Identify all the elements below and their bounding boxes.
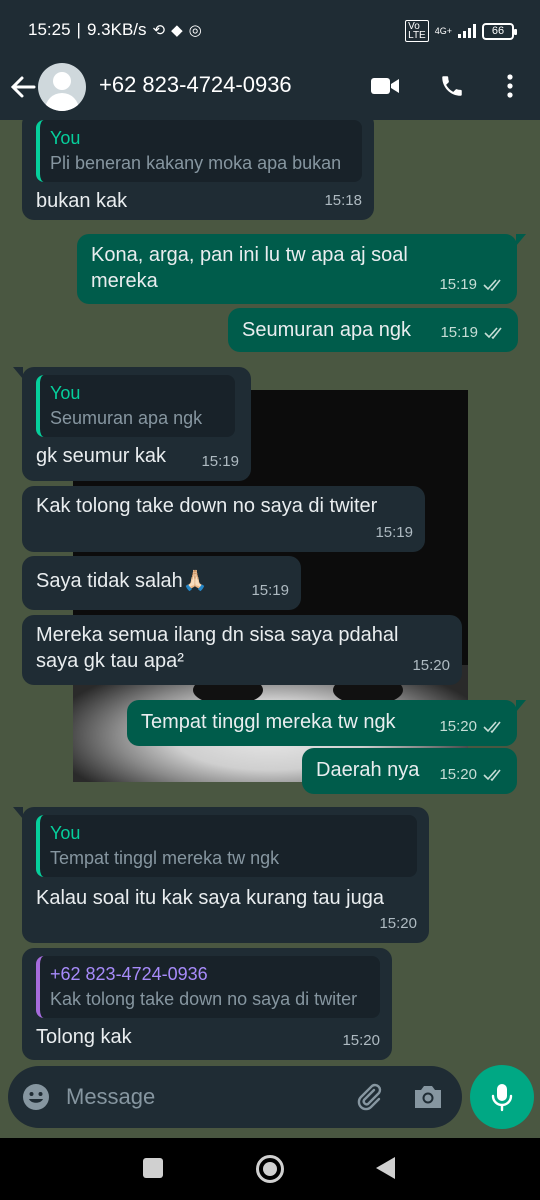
avatar[interactable] xyxy=(38,63,86,111)
quoted-message[interactable]: You Tempat tinggl mereka tw ngk xyxy=(36,815,417,877)
incoming-message[interactable]: +62 823-4724-0936 Kak tolong take down n… xyxy=(22,948,392,1060)
outgoing-message[interactable]: Tempat tinggl mereka tw ngk 15:20 xyxy=(127,700,526,746)
attach-icon[interactable] xyxy=(354,1082,384,1112)
status-bar: 15:25 | 9.3KB/s ⟲ ◆ ◎ Vo LTE 4G+ 66 xyxy=(0,0,540,56)
quote-author: You xyxy=(50,823,81,843)
message-text: Kona, arga, pan ini lu tw apa aj soal me… xyxy=(91,244,408,292)
quote-text: Pli beneran kakany moka apa bukan xyxy=(50,153,342,173)
message-time: 15:19 xyxy=(440,320,506,346)
message-time: 15:19 xyxy=(375,524,413,541)
message-text: Mereka semua ilang dn sisa saya pdahal s… xyxy=(36,624,399,672)
quote-text: Kak tolong take down no saya di twiter xyxy=(50,989,358,1009)
quote-author: +62 823-4724-0936 xyxy=(50,964,208,984)
emoji-icon[interactable] xyxy=(22,1083,50,1111)
message-time: 15:18 xyxy=(324,192,362,209)
quote-text: Tempat tinggl mereka tw ngk xyxy=(50,848,280,868)
incoming-message[interactable]: Saya tidak salah🙏🏻 15:19 xyxy=(22,556,301,610)
quote-author: You xyxy=(50,128,81,148)
battery-icon: 66 xyxy=(482,22,517,40)
message-time: 15:19 xyxy=(439,272,505,298)
incoming-message[interactable]: Mereka semua ilang dn sisa saya pdahal s… xyxy=(22,615,462,685)
home-button[interactable] xyxy=(256,1155,284,1183)
composer-bar: Message xyxy=(0,1062,540,1138)
quoted-message[interactable]: +62 823-4724-0936 Kak tolong take down n… xyxy=(36,956,380,1018)
message-time: 15:20 xyxy=(342,1032,380,1049)
incoming-message[interactable]: You Seumuran apa ngk gk seumur kak 15:19 xyxy=(13,367,251,481)
message-text: Tolong kak xyxy=(36,1026,132,1048)
message-time: 15:19 xyxy=(201,453,239,470)
quoted-message[interactable]: You Seumuran apa ngk xyxy=(36,375,235,437)
message-time: 15:20 xyxy=(412,657,450,674)
message-text: bukan kak xyxy=(36,190,128,212)
quote-text: Seumuran apa ngk xyxy=(50,408,203,428)
message-placeholder: Message xyxy=(66,1084,156,1109)
more-options-icon[interactable] xyxy=(494,70,526,102)
voice-call-icon[interactable] xyxy=(436,70,468,102)
message-time: 15:20 xyxy=(439,762,505,788)
message-time: 15:20 xyxy=(379,915,417,932)
volte-icon: Vo LTE xyxy=(405,20,429,42)
outgoing-message[interactable]: Seumuran apa ngk 15:19 xyxy=(228,308,518,352)
incoming-message[interactable]: Kak tolong take down no saya di twiter 1… xyxy=(22,486,425,552)
sync-icon: ⟲ xyxy=(152,22,166,39)
microphone-icon xyxy=(491,1084,513,1112)
message-time: 15:19 xyxy=(251,582,289,599)
incoming-message[interactable]: You Tempat tinggl mereka tw ngk Kalau so… xyxy=(13,807,429,943)
status-time: 15:25 xyxy=(28,20,71,39)
game-icon: ◆ xyxy=(171,22,183,39)
incoming-message[interactable]: You Pli beneran kakany moka apa bukan bu… xyxy=(22,120,374,220)
network-speed: 9.3KB/s xyxy=(86,20,147,39)
network-type: 4G+ xyxy=(434,26,452,36)
quote-author: You xyxy=(50,383,81,403)
chat-area[interactable]: You Pli beneran kakany moka apa bukan bu… xyxy=(0,120,540,1062)
read-receipt-icon xyxy=(483,769,501,781)
outgoing-message[interactable]: Daerah nya 15:20 xyxy=(302,748,517,794)
outgoing-message[interactable]: Kona, arga, pan ini lu tw apa aj soal me… xyxy=(77,234,526,304)
message-text: Kak tolong take down no saya di twiter xyxy=(36,495,378,517)
system-navigation-bar xyxy=(0,1138,540,1200)
message-time: 15:20 xyxy=(439,714,505,740)
read-receipt-icon xyxy=(483,721,501,733)
read-receipt-icon xyxy=(483,279,501,291)
signal-icon xyxy=(458,24,476,38)
back-arrow-icon[interactable] xyxy=(8,72,38,102)
video-call-icon[interactable] xyxy=(369,70,401,102)
whatsapp-notification-icon: ◎ xyxy=(188,22,202,39)
chat-header: +62 823-4724-0936 xyxy=(0,56,540,120)
system-back-button[interactable] xyxy=(376,1157,395,1179)
message-input[interactable]: Message xyxy=(8,1066,462,1128)
contact-name[interactable]: +62 823-4724-0936 xyxy=(99,72,292,98)
recents-button[interactable] xyxy=(143,1158,163,1178)
quoted-message[interactable]: You Pli beneran kakany moka apa bukan xyxy=(36,120,362,182)
camera-icon[interactable] xyxy=(412,1082,444,1112)
voice-record-button[interactable] xyxy=(470,1065,534,1129)
message-text: Kalau soal itu kak saya kurang tau juga xyxy=(36,887,384,909)
read-receipt-icon xyxy=(484,327,502,339)
